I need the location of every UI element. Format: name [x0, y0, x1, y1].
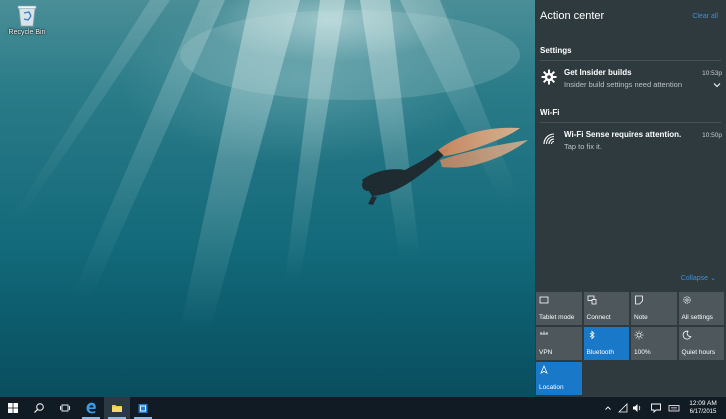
store-icon: [138, 404, 148, 413]
note-icon: [635, 295, 643, 305]
clear-all-link[interactable]: Clear all: [692, 13, 718, 20]
recycle-bin-label: Recycle Bin: [8, 29, 46, 36]
settings-icon: [682, 296, 691, 304]
desktop-wallpaper: Recycle Bin: [0, 0, 535, 397]
notification-get-insider-builds[interactable]: Get Insider builds Insider build setting…: [535, 61, 726, 97]
clock-time: 12:09 AM: [689, 400, 717, 407]
quick-action-empty-slot: [679, 362, 725, 395]
notification-title: Get Insider builds: [564, 68, 632, 77]
start-button[interactable]: [0, 397, 26, 419]
quick-action-label: Tablet mode: [539, 314, 575, 321]
quick-action-label: All settings: [681, 314, 713, 321]
edge-browser-icon: [86, 402, 96, 414]
taskbar-store[interactable]: [130, 397, 156, 419]
quick-action-empty-slot: [631, 362, 677, 395]
quick-action-connect[interactable]: Connect: [583, 292, 629, 325]
quick-action-brightness[interactable]: 100%: [631, 327, 677, 360]
notification-body: Insider build settings need attention: [564, 80, 682, 89]
notification-group-title-wifi[interactable]: Wi-Fi: [540, 108, 559, 117]
bluetooth-icon: [589, 330, 595, 340]
quick-actions-grid: Tablet mode Connect Note All settings VP…: [536, 292, 726, 395]
file-explorer-icon: [112, 405, 122, 412]
notification-body: Tap to fix it.: [564, 142, 602, 151]
quick-action-label: 100%: [634, 349, 651, 356]
taskbar-file-explorer[interactable]: [104, 397, 130, 419]
recycle-bin-desktop-icon[interactable]: Recycle Bin: [3, 3, 51, 36]
notification-time: 10:50p: [702, 132, 722, 139]
collapse-link[interactable]: Collapse ⌄: [681, 273, 716, 282]
recycle-bin-icon: [17, 5, 37, 27]
volume-icon[interactable]: [632, 402, 642, 414]
location-icon: [540, 365, 548, 374]
quick-action-label: Location: [539, 384, 564, 391]
wifi-icon: [543, 133, 555, 145]
quick-action-label: Connect: [586, 314, 611, 321]
chevron-down-icon[interactable]: [713, 82, 721, 88]
connect-icon: [587, 295, 596, 305]
search-icon: [34, 403, 44, 413]
quick-action-quiet-hours[interactable]: Quiet hours: [678, 327, 724, 360]
quick-action-location[interactable]: Location: [536, 362, 582, 395]
light-rays-decoration: [10, 0, 528, 330]
action-center-title: Action center: [540, 10, 605, 22]
chevron-up-icon[interactable]: [604, 402, 612, 414]
quick-action-vpn[interactable]: VPN: [536, 327, 582, 360]
quick-action-note[interactable]: Note: [631, 292, 677, 325]
tablet-mode-icon: [539, 296, 549, 304]
notification-title: Wi-Fi Sense requires attention.: [564, 130, 682, 139]
quick-action-bluetooth[interactable]: Bluetooth: [583, 327, 629, 360]
notification-time: 10:53p: [702, 70, 722, 77]
quick-action-empty-slot: [584, 362, 630, 395]
chevron-down-icon: ⌄: [710, 275, 716, 282]
taskbar-clock[interactable]: 12:09 AM 6/17/2015: [686, 399, 720, 416]
action-center-panel: Action center Clear all Settings Get Ins…: [535, 0, 726, 397]
collapse-label: Collapse: [680, 275, 709, 282]
taskbar-edge-browser[interactable]: [78, 397, 104, 419]
task-view-button[interactable]: [52, 397, 78, 419]
taskbar: 12:09 AM 6/17/2015: [0, 397, 726, 419]
notifications-icon[interactable]: [650, 402, 662, 414]
clock-date: 6/17/2015: [689, 409, 717, 415]
notification-group-title-settings[interactable]: Settings: [540, 46, 572, 55]
gear-icon: [541, 69, 557, 85]
brightness-icon: [634, 330, 644, 340]
notification-wifi-sense[interactable]: Wi-Fi Sense requires attention. Tap to f…: [535, 123, 726, 159]
quick-action-label: VPN: [539, 349, 553, 356]
quick-action-all-settings[interactable]: All settings: [678, 292, 724, 325]
quick-action-label: Note: [634, 314, 648, 321]
quick-action-label: Bluetooth: [586, 349, 614, 356]
windows-start-icon: [8, 403, 18, 413]
quick-action-label: Quiet hours: [681, 349, 716, 356]
moon-icon: [682, 330, 691, 340]
vpn-icon: [540, 331, 548, 335]
search-button[interactable]: [26, 397, 52, 419]
action-center-header: Action center Clear all: [535, 0, 726, 36]
quick-action-tablet-mode[interactable]: Tablet mode: [536, 292, 582, 325]
keyboard-icon[interactable]: [668, 402, 680, 414]
task-view-icon: [60, 404, 70, 412]
network-icon[interactable]: [618, 402, 628, 414]
